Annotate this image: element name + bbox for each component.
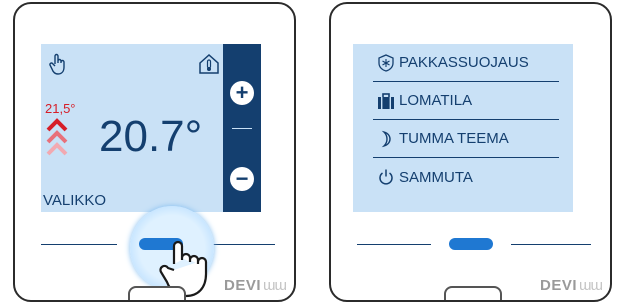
moon-icon	[381, 130, 391, 147]
devi-logo: DEVI ɯɯ	[539, 277, 603, 294]
thermostat-device-main: 21,5° 20.7° VALIKKO + − DEVI ɯɯ	[13, 2, 296, 302]
menu-item-switch-off[interactable]: SAMMUTA	[373, 158, 559, 196]
menu-item-label: SAMMUTA	[399, 168, 473, 186]
menu-item-holiday-mode[interactable]: LOMATILA	[373, 82, 559, 120]
settings-menu: PAKKASSUOJAUS LOMATILA TUMMA TEEMA SAMMU…	[373, 44, 559, 196]
menu-screen: PAKKASSUOJAUS LOMATILA TUMMA TEEMA SAMMU…	[353, 44, 573, 212]
button-line-right	[511, 244, 591, 245]
current-temperature: 20.7°	[99, 112, 203, 161]
menu-item-label: TUMMA TEEMA	[399, 130, 509, 147]
button-line-left	[357, 244, 431, 245]
thermostat-device-menu: PAKKASSUOJAUS LOMATILA TUMMA TEEMA SAMMU…	[329, 2, 612, 302]
frost-protection-icon	[378, 53, 394, 72]
temperature-control-bar: + −	[223, 44, 261, 212]
menu-item-label: PAKKASSUOJAUS	[399, 54, 529, 71]
device-notch	[127, 286, 186, 300]
button-line-left	[41, 244, 117, 245]
suitcase-icon	[378, 92, 394, 109]
menu-item-frost-protection[interactable]: PAKKASSUOJAUS	[373, 44, 559, 82]
decrease-temperature-button[interactable]: −	[230, 167, 254, 191]
house-thermometer-icon	[199, 53, 219, 74]
devi-logo: DEVI ɯɯ	[223, 277, 287, 294]
menu-button[interactable]	[449, 238, 493, 250]
control-divider	[232, 128, 252, 129]
menu-label[interactable]: VALIKKO	[43, 192, 106, 209]
device-notch	[443, 286, 502, 300]
menu-item-dark-theme[interactable]: TUMMA TEEMA	[373, 120, 559, 158]
thermostat-screen: 21,5° 20.7° VALIKKO + −	[41, 44, 261, 212]
setpoint-label: 21,5°	[45, 101, 76, 116]
hand-icon	[49, 53, 65, 75]
menu-item-label: LOMATILA	[399, 92, 473, 109]
heating-arrows-icon	[46, 118, 68, 156]
power-icon	[379, 169, 393, 185]
increase-temperature-button[interactable]: +	[230, 81, 254, 105]
